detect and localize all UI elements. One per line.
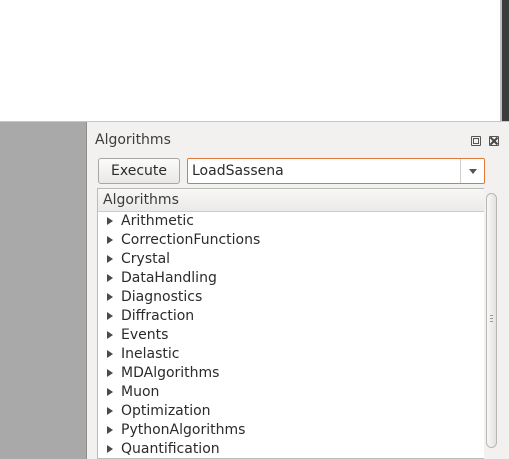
expand-arrow-icon[interactable] (107, 426, 113, 434)
algorithm-search-input[interactable] (192, 162, 454, 180)
expand-arrow-icon[interactable] (107, 293, 113, 301)
left-empty-panel (0, 122, 86, 459)
tree-item-label: Optimization (121, 403, 211, 419)
tree-item-diffraction[interactable]: Diffraction (98, 307, 484, 326)
tree-item-datahandling[interactable]: DataHandling (98, 269, 484, 288)
close-icon[interactable] (489, 136, 500, 146)
tree-item-crystal[interactable]: Crystal (98, 250, 484, 269)
tree-item-pythonalgorithms[interactable]: PythonAlgorithms (98, 421, 484, 440)
tree-header[interactable]: Algorithms (98, 189, 484, 212)
expand-arrow-icon[interactable] (107, 388, 113, 396)
expand-arrow-icon[interactable] (107, 255, 113, 263)
chevron-down-icon[interactable] (469, 169, 477, 174)
combo-separator (460, 159, 461, 183)
tree-item-label: Muon (121, 384, 160, 400)
tree-item-label: DataHandling (121, 270, 217, 286)
tree-item-label: Diffraction (121, 308, 195, 324)
tree-item-label: Diagnostics (121, 289, 203, 305)
expand-arrow-icon[interactable] (107, 445, 113, 453)
tree-scrollbar[interactable] (484, 188, 500, 459)
tree-item-optimization[interactable]: Optimization (98, 402, 484, 421)
expand-arrow-icon[interactable] (107, 407, 113, 415)
tree-item-events[interactable]: Events (98, 326, 484, 345)
dock-title-buttons (471, 134, 503, 150)
tree-item-label: Quantification (121, 441, 220, 457)
expand-arrow-icon[interactable] (107, 217, 113, 225)
grip-line (490, 318, 493, 319)
tree-item-quantification[interactable]: Quantification (98, 440, 484, 458)
expand-arrow-icon[interactable] (107, 236, 113, 244)
tree-item-muon[interactable]: Muon (98, 383, 484, 402)
expand-arrow-icon[interactable] (107, 274, 113, 282)
expand-arrow-icon[interactable] (107, 369, 113, 377)
tree-item-label: Crystal (121, 251, 171, 267)
tree-item-inelastic[interactable]: Inelastic (98, 345, 484, 364)
expand-arrow-icon[interactable] (107, 312, 113, 320)
tree-item-correctionfunctions[interactable]: CorrectionFunctions (98, 231, 484, 250)
grip-line (490, 315, 493, 316)
top-right-edge (500, 0, 509, 122)
dock-title: Algorithms (95, 132, 171, 148)
expand-arrow-icon[interactable] (107, 350, 113, 358)
tree-item-label: Arithmetic (121, 213, 194, 229)
workspace-top-area (0, 0, 500, 121)
grip-line (490, 321, 493, 322)
algorithm-tree[interactable]: Algorithms Arithmetic CorrectionFunction… (97, 188, 485, 459)
tree-item-label: CorrectionFunctions (121, 232, 261, 248)
tree-item-arithmetic[interactable]: Arithmetic (98, 212, 484, 231)
expand-arrow-icon[interactable] (107, 331, 113, 339)
tree-item-mdalgorithms[interactable]: MDAlgorithms (98, 364, 484, 383)
tree-item-label: MDAlgorithms (121, 365, 220, 381)
tree-item-diagnostics[interactable]: Diagnostics (98, 288, 484, 307)
scrollbar-thumb[interactable] (486, 193, 497, 448)
tree-item-label: Events (121, 327, 169, 343)
float-icon[interactable] (471, 136, 481, 146)
tree-item-label: Inelastic (121, 346, 180, 362)
algorithms-dock: Algorithms Execute Algorithms Arithmetic… (87, 122, 509, 459)
algorithm-search-combo[interactable] (187, 158, 485, 184)
execute-button[interactable]: Execute (98, 158, 180, 184)
tree-item-label: PythonAlgorithms (121, 422, 246, 438)
